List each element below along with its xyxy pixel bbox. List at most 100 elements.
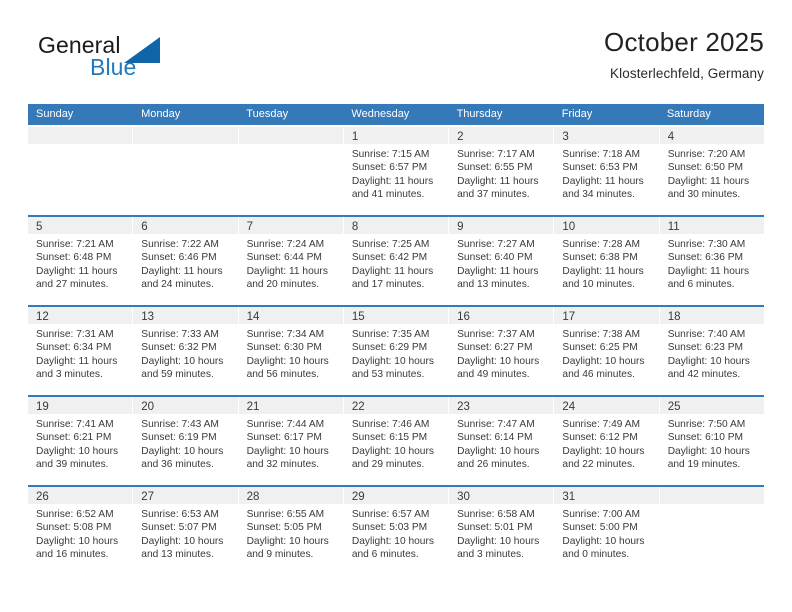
sunset-text: Sunset: 6:27 PM [457, 342, 533, 354]
sunrise-text: Sunrise: 7:37 AM [457, 329, 535, 340]
weekday-header-wednesday: Wednesday [351, 108, 410, 120]
day-cell[interactable]: 26 Sunrise: 6:52 AM Sunset: 5:08 PM Dayligh… [28, 487, 133, 575]
day-cell[interactable]: 2 Sunrise: 7:17 AM Sunset: 6:55 PM Daylight… [448, 127, 554, 215]
daylight-text-line2: and 3 minutes. [36, 369, 103, 381]
brand-logo[interactable]: General Blue [28, 30, 248, 88]
day-number: 18 [667, 311, 681, 323]
daylight-text-line2: and 30 minutes. [667, 189, 741, 201]
sunrise-text: Sunrise: 7:38 AM [562, 329, 640, 340]
day-number-band: 11 [659, 217, 764, 234]
sunset-text: Sunset: 6:46 PM [141, 252, 217, 264]
daylight-text-line2: and 37 minutes. [457, 189, 530, 201]
weekday-header-tuesday: Tuesday [246, 108, 289, 120]
sunset-text: Sunset: 6:36 PM [667, 252, 744, 264]
day-details: Sunrise: 7:46 AM Sunset: 6:15 PM Daylight:… [344, 414, 448, 472]
daylight-text-line2: and 41 minutes. [351, 189, 425, 201]
day-cell[interactable]: 4 Sunrise: 7:20 AM Sunset: 6:50 PM Daylight… [658, 127, 764, 215]
daylight-text-line2: and 42 minutes. [667, 369, 741, 381]
day-cell[interactable]: 17 Sunrise: 7:38 AM Sunset: 6:25 PM Dayligh… [553, 307, 659, 395]
day-details: Sunrise: 6:52 AM Sunset: 5:08 PM Daylight:… [28, 504, 132, 562]
day-cell[interactable]: 21 Sunrise: 7:44 AM Sunset: 6:17 PM Dayligh… [237, 397, 343, 485]
day-cell[interactable]: 3 Sunrise: 7:18 AM Sunset: 6:53 PM Daylight… [553, 127, 659, 215]
day-cell[interactable]: 7 Sunrise: 7:24 AM Sunset: 6:44 PM Daylight… [237, 217, 343, 305]
day-details: Sunrise: 7:43 AM Sunset: 6:19 PM Daylight:… [133, 414, 237, 472]
sunset-text: Sunset: 5:07 PM [141, 522, 217, 534]
page-title: October 2025 [604, 27, 764, 57]
daylight-text-line1: Daylight: 10 hours [141, 355, 224, 367]
day-cell[interactable]: 14 Sunrise: 7:34 AM Sunset: 6:30 PM Dayligh… [237, 307, 343, 395]
day-cell-empty [28, 127, 133, 215]
day-cell[interactable]: 9 Sunrise: 7:27 AM Sunset: 6:40 PM Daylight… [448, 217, 554, 305]
day-cell[interactable]: 20 Sunrise: 7:43 AM Sunset: 6:19 PM Dayligh… [132, 397, 238, 485]
daylight-text-line1: Daylight: 10 hours [351, 355, 434, 367]
sunrise-text: Sunrise: 7:49 AM [562, 419, 640, 430]
day-cell[interactable]: 18 Sunrise: 7:40 AM Sunset: 6:23 PM Dayligh… [658, 307, 764, 395]
sunrise-text: Sunrise: 6:55 AM [246, 509, 325, 520]
day-number: 22 [351, 401, 365, 413]
daylight-text-line2: and 0 minutes. [562, 549, 630, 561]
day-number-band [659, 487, 764, 504]
daylight-text-line2: and 16 minutes. [36, 549, 109, 561]
day-cell[interactable]: 31 Sunrise: 7:00 AM Sunset: 5:00 PM Dayligh… [553, 487, 659, 575]
day-number: 19 [36, 401, 49, 413]
calendar-week-row: 5 Sunrise: 7:21 AM Sunset: 6:48 PM Daylight… [28, 215, 764, 305]
day-details: Sunrise: 7:18 AM Sunset: 6:53 PM Daylight:… [554, 144, 658, 202]
day-number: 29 [351, 491, 365, 503]
daylight-text-line2: and 34 minutes. [562, 189, 635, 201]
day-cell-empty [132, 127, 238, 215]
day-number-band: 20 [133, 397, 238, 414]
daylight-text-line2: and 56 minutes. [246, 369, 320, 381]
day-cell[interactable]: 1 Sunrise: 7:15 AM Sunset: 6:57 PM Daylight… [342, 127, 449, 215]
day-cell[interactable]: 19 Sunrise: 7:41 AM Sunset: 6:21 PM Dayligh… [28, 397, 133, 485]
sunset-text: Sunset: 5:05 PM [246, 522, 322, 534]
daylight-text-line1: Daylight: 10 hours [457, 445, 540, 457]
sunset-text: Sunset: 6:10 PM [667, 432, 744, 444]
day-cell[interactable]: 23 Sunrise: 7:47 AM Sunset: 6:14 PM Dayligh… [448, 397, 554, 485]
day-cell[interactable]: 5 Sunrise: 7:21 AM Sunset: 6:48 PM Daylight… [28, 217, 133, 305]
sunset-text: Sunset: 6:15 PM [351, 432, 428, 444]
sunset-text: Sunset: 6:19 PM [141, 432, 217, 444]
day-details: Sunrise: 7:34 AM Sunset: 6:30 PM Daylight:… [239, 324, 343, 382]
day-cell[interactable]: 28 Sunrise: 6:55 AM Sunset: 5:05 PM Dayligh… [237, 487, 343, 575]
day-cell[interactable]: 16 Sunrise: 7:37 AM Sunset: 6:27 PM Dayligh… [448, 307, 554, 395]
day-number-band: 3 [554, 127, 659, 144]
day-number: 31 [562, 491, 576, 503]
day-cell[interactable]: 6 Sunrise: 7:22 AM Sunset: 6:46 PM Daylight… [132, 217, 238, 305]
day-cell[interactable]: 12 Sunrise: 7:31 AM Sunset: 6:34 PM Dayligh… [28, 307, 133, 395]
daylight-text-line1: Daylight: 11 hours [562, 265, 644, 277]
daylight-text-line1: Daylight: 10 hours [351, 445, 434, 457]
daylight-text-line1: Daylight: 10 hours [667, 445, 750, 457]
day-number-band: 25 [659, 397, 764, 414]
day-cell[interactable]: 8 Sunrise: 7:25 AM Sunset: 6:42 PM Daylight… [342, 217, 449, 305]
day-number: 24 [562, 401, 576, 413]
day-cell[interactable]: 10 Sunrise: 7:28 AM Sunset: 6:38 PM Dayligh… [553, 217, 659, 305]
sunset-text: Sunset: 6:21 PM [36, 432, 112, 444]
day-cell[interactable]: 24 Sunrise: 7:49 AM Sunset: 6:12 PM Dayligh… [553, 397, 659, 485]
day-number-band: 24 [554, 397, 659, 414]
sunset-text: Sunset: 6:23 PM [667, 342, 744, 354]
daylight-text-line2: and 19 minutes. [667, 459, 741, 471]
daylight-text-line1: Daylight: 10 hours [246, 355, 329, 367]
day-number-band: 27 [133, 487, 238, 504]
sunset-text: Sunset: 5:01 PM [457, 522, 533, 534]
day-cell[interactable]: 30 Sunrise: 6:58 AM Sunset: 5:01 PM Dayligh… [448, 487, 554, 575]
sunset-text: Sunset: 6:17 PM [246, 432, 322, 444]
day-cell[interactable]: 29 Sunrise: 6:57 AM Sunset: 5:03 PM Dayligh… [342, 487, 449, 575]
day-cell[interactable]: 27 Sunrise: 6:53 AM Sunset: 5:07 PM Dayligh… [132, 487, 238, 575]
day-number-band [238, 127, 343, 144]
day-number-band: 2 [449, 127, 554, 144]
day-cell[interactable]: 25 Sunrise: 7:50 AM Sunset: 6:10 PM Dayligh… [658, 397, 764, 485]
sunset-text: Sunset: 6:29 PM [351, 342, 428, 354]
day-cell[interactable]: 15 Sunrise: 7:35 AM Sunset: 6:29 PM Dayligh… [342, 307, 449, 395]
day-number-band: 9 [449, 217, 554, 234]
sunrise-text: Sunrise: 7:22 AM [141, 239, 219, 250]
day-cell[interactable]: 22 Sunrise: 7:46 AM Sunset: 6:15 PM Dayligh… [342, 397, 449, 485]
daylight-text-line1: Daylight: 10 hours [667, 355, 750, 367]
day-cell-empty [237, 127, 343, 215]
sunset-text: Sunset: 6:57 PM [351, 162, 428, 174]
day-number: 7 [246, 221, 253, 233]
daylight-text-line1: Daylight: 10 hours [562, 445, 645, 457]
sunrise-text: Sunrise: 7:24 AM [246, 239, 325, 250]
day-cell[interactable]: 13 Sunrise: 7:33 AM Sunset: 6:32 PM Dayligh… [132, 307, 238, 395]
day-cell[interactable]: 11 Sunrise: 7:30 AM Sunset: 6:36 PM Dayligh… [658, 217, 764, 305]
